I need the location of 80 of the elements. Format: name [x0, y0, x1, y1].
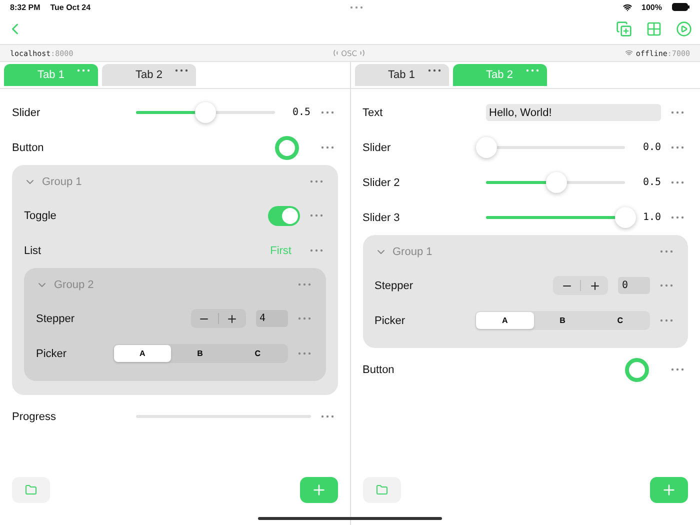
plus-icon [310, 482, 326, 498]
control-label: Stepper [374, 280, 414, 292]
picker-segment[interactable]: A [114, 345, 172, 362]
slider-thumb[interactable] [546, 172, 566, 193]
control-label: Button [12, 142, 45, 154]
dots-icon [350, 6, 364, 8]
group-title: Group 1 [42, 176, 83, 188]
picker-segment[interactable]: B [534, 312, 592, 329]
picker-segment[interactable]: C [228, 345, 287, 362]
more-icon[interactable] [671, 146, 684, 149]
wifi-icon [624, 49, 633, 57]
toggle-switch[interactable] [268, 206, 300, 226]
battery-level: 100% [642, 2, 662, 12]
control-label: Slider [362, 142, 392, 154]
more-icon[interactable] [310, 214, 322, 217]
more-icon[interactable] [320, 146, 334, 149]
slider-value: 0.5 [642, 177, 661, 188]
slider-thumb[interactable] [476, 137, 497, 158]
control-label: Text [362, 106, 384, 118]
signal-left-icon [332, 49, 338, 57]
control-label: Picker [36, 348, 68, 360]
control-label: Picker [374, 314, 406, 326]
slider-thumb[interactable] [615, 207, 636, 228]
more-icon[interactable] [298, 317, 310, 320]
add-button[interactable] [650, 477, 688, 503]
circle-button[interactable] [625, 358, 649, 382]
picker-segment[interactable]: B [171, 345, 229, 362]
more-icon[interactable] [671, 368, 684, 371]
more-icon[interactable] [310, 180, 322, 183]
wifi-icon [622, 2, 632, 12]
more-icon[interactable] [320, 415, 334, 418]
picker-segment[interactable]: A [476, 312, 534, 329]
play-circle-icon[interactable] [676, 21, 692, 37]
control-label: Slider 3 [362, 212, 401, 224]
slider-value: 0.5 [291, 107, 310, 118]
grid-icon[interactable] [646, 21, 662, 37]
stepper-value: 0 [618, 277, 650, 294]
copy-plus-icon[interactable] [616, 21, 632, 37]
more-icon[interactable] [671, 181, 684, 184]
status-date: Tue Oct 24 [50, 2, 91, 12]
plus-icon [226, 312, 238, 324]
tab[interactable]: Tab 2 [102, 64, 196, 86]
more-icon[interactable] [660, 250, 673, 253]
control-label: Progress [12, 410, 58, 422]
tab[interactable]: Tab 1 [354, 64, 448, 86]
more-icon[interactable] [298, 283, 310, 286]
folder-icon [376, 484, 388, 496]
add-button[interactable] [300, 477, 338, 503]
more-icon[interactable] [320, 111, 334, 114]
slider-value: 0.0 [642, 142, 661, 153]
control-label: Slider [12, 106, 42, 118]
control-label: Stepper [36, 312, 76, 324]
more-icon[interactable] [671, 111, 684, 114]
text-field[interactable]: Hello, World! [486, 104, 661, 121]
plus-icon [661, 482, 677, 498]
slider-thumb[interactable] [195, 102, 216, 123]
group-title: Group 1 [392, 246, 434, 258]
more-icon[interactable] [660, 319, 673, 322]
more-icon[interactable] [428, 69, 440, 72]
more-icon[interactable] [298, 352, 310, 355]
battery-icon [672, 3, 690, 11]
picker-segment[interactable]: C [591, 312, 650, 329]
control-label: List [24, 244, 42, 256]
signal-right-icon [360, 49, 366, 57]
control-label: Slider 2 [362, 176, 401, 188]
plus-icon [588, 280, 600, 292]
slider-value: 1.0 [642, 212, 661, 223]
control-label: Toggle [24, 210, 58, 222]
folder-button[interactable] [362, 477, 400, 503]
group-title: Group 2 [54, 278, 95, 290]
status-time: 8:32 PM [10, 2, 40, 12]
folder-icon [25, 484, 37, 496]
folder-button[interactable] [12, 477, 50, 503]
more-icon[interactable] [671, 216, 684, 219]
more-icon[interactable] [310, 249, 322, 252]
more-icon[interactable] [660, 284, 673, 287]
stepper-value: 4 [256, 310, 288, 327]
circle-button[interactable] [274, 136, 298, 160]
control-label: Button [362, 364, 396, 376]
more-icon[interactable] [175, 69, 188, 72]
